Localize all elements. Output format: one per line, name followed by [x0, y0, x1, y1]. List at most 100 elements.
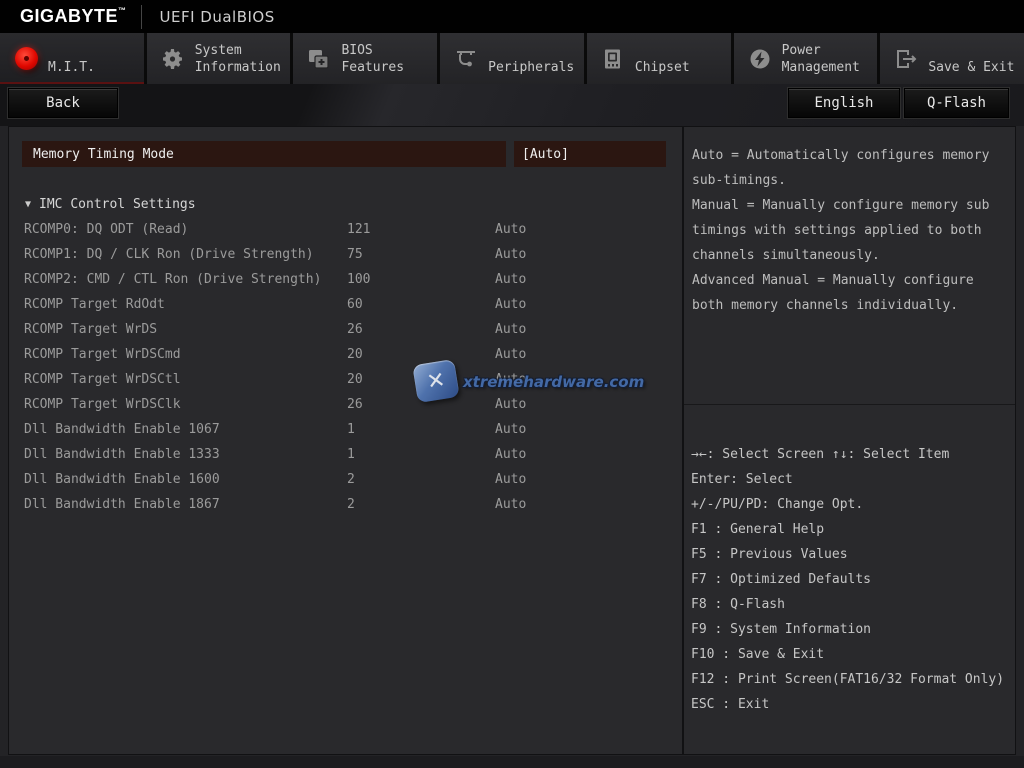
peripherals-icon	[453, 46, 479, 72]
key-hint-line: F9 : System Information	[691, 617, 1008, 642]
divider	[141, 5, 142, 29]
setting-label: RCOMP0: DQ ODT (Read)	[9, 222, 347, 237]
key-hint-line: F8 : Q-Flash	[691, 592, 1008, 617]
setting-mode: Auto	[495, 397, 682, 412]
tab-system-information[interactable]: System Information	[147, 33, 291, 84]
setting-value: 2	[347, 497, 495, 512]
tab-mit[interactable]: M.I.T.	[0, 33, 144, 84]
setting-label: Dll Bandwidth Enable 1067	[9, 422, 347, 437]
setting-row[interactable]: Dll Bandwidth Enable 13331Auto	[9, 442, 682, 467]
bios-windows-icon	[306, 46, 332, 72]
top-bar: GIGABYTE™ UEFI DualBIOS	[0, 0, 1024, 33]
setting-mode: Auto	[495, 222, 682, 237]
qflash-button[interactable]: Q-Flash	[904, 88, 1009, 118]
firmware-title: UEFI DualBIOS	[160, 8, 275, 26]
setting-value: 20	[347, 347, 495, 362]
setting-label: RCOMP Target WrDSClk	[9, 397, 347, 412]
tab-bios-features[interactable]: BIOS Features	[293, 33, 437, 84]
save-exit-door-icon	[893, 46, 919, 72]
setting-label: RCOMP Target RdOdt	[9, 297, 347, 312]
settings-list: RCOMP0: DQ ODT (Read)121AutoRCOMP1: DQ /…	[9, 217, 682, 517]
setting-value: 100	[347, 272, 495, 287]
key-hint-line: F5 : Previous Values	[691, 542, 1008, 567]
setting-row[interactable]: RCOMP2: CMD / CTL Ron (Drive Strength)10…	[9, 267, 682, 292]
chipset-icon	[600, 46, 626, 72]
setting-mode: Auto	[495, 422, 682, 437]
key-hint-line: +/-/PU/PD: Change Opt.	[691, 492, 1008, 517]
key-hint-line: F10 : Save & Exit	[691, 642, 1008, 667]
key-hint-line: →←: Select Screen ↑↓: Select Item	[691, 442, 1008, 467]
group-title: IMC Control Settings	[39, 197, 196, 212]
tab-peripherals[interactable]: Peripherals	[440, 33, 584, 84]
key-hint-line: Enter: Select	[691, 467, 1008, 492]
bottom-strip	[0, 756, 1024, 768]
setting-row[interactable]: RCOMP Target WrDSClk26Auto	[9, 392, 682, 417]
setting-mode: Auto	[495, 297, 682, 312]
setting-description: Auto = Automatically configures memory s…	[684, 143, 997, 318]
tab-label: System Information	[195, 41, 287, 77]
power-lightning-icon	[747, 46, 773, 72]
tab-label: Save & Exit	[928, 41, 1014, 77]
setting-row[interactable]: Dll Bandwidth Enable 16002Auto	[9, 467, 682, 492]
tab-save-exit[interactable]: Save & Exit	[880, 33, 1024, 84]
setting-label: RCOMP Target WrDSCtl	[9, 372, 347, 387]
setting-value: 121	[347, 222, 495, 237]
setting-label: Dll Bandwidth Enable 1333	[9, 447, 347, 462]
setting-mode: Auto	[495, 272, 682, 287]
gear-icon	[160, 46, 186, 72]
setting-row[interactable]: RCOMP Target RdOdt60Auto	[9, 292, 682, 317]
gigabyte-logo: GIGABYTE™	[20, 6, 127, 27]
collapse-triangle-icon: ▼	[25, 199, 31, 210]
key-hint-line: F7 : Optimized Defaults	[691, 567, 1008, 592]
setting-label: RCOMP Target WrDS	[9, 322, 347, 337]
setting-mode: Auto	[495, 472, 682, 487]
imc-group-header[interactable]: ▼ IMC Control Settings	[25, 195, 196, 213]
tab-label: BIOS Features	[341, 41, 433, 77]
tab-label: Power Management	[782, 41, 874, 77]
secondary-toolbar: Back English Q-Flash	[0, 84, 1024, 126]
setting-mode: Auto	[495, 322, 682, 337]
setting-mode: Auto	[495, 497, 682, 512]
setting-value: 75	[347, 247, 495, 262]
setting-label: Dll Bandwidth Enable 1600	[9, 472, 347, 487]
setting-value: 2	[347, 472, 495, 487]
tab-label: Chipset	[635, 41, 690, 77]
setting-label: RCOMP2: CMD / CTL Ron (Drive Strength)	[9, 272, 347, 287]
setting-row[interactable]: RCOMP1: DQ / CLK Ron (Drive Strength)75A…	[9, 242, 682, 267]
key-hint-line: ESC : Exit	[691, 692, 1008, 717]
setting-row[interactable]: Dll Bandwidth Enable 10671Auto	[9, 417, 682, 442]
tab-power-management[interactable]: Power Management	[734, 33, 878, 84]
language-button[interactable]: English	[788, 88, 900, 118]
setting-mode: Auto	[495, 447, 682, 462]
setting-mode: Auto	[495, 247, 682, 262]
setting-value: 20	[347, 372, 495, 387]
selected-setting-label[interactable]: Memory Timing Mode	[22, 141, 506, 167]
setting-row[interactable]: RCOMP Target WrDS26Auto	[9, 317, 682, 342]
key-hint-line: F12 : Print Screen(FAT16/32 Format Only)	[691, 667, 1008, 692]
tab-bar: M.I.T. System Information BIOS Features …	[0, 33, 1024, 84]
setting-row[interactable]: RCOMP Target WrDSCtl20Auto	[9, 367, 682, 392]
key-hint-line: F1 : General Help	[691, 517, 1008, 542]
trademark: ™	[118, 6, 127, 15]
tab-chipset[interactable]: Chipset	[587, 33, 731, 84]
key-hints: →←: Select Screen ↑↓: Select ItemEnter: …	[684, 442, 1015, 717]
setting-row[interactable]: RCOMP Target WrDSCmd20Auto	[9, 342, 682, 367]
setting-value: 26	[347, 322, 495, 337]
setting-value: 1	[347, 447, 495, 462]
setting-value: 60	[347, 297, 495, 312]
setting-label: RCOMP Target WrDSCmd	[9, 347, 347, 362]
back-button[interactable]: Back	[8, 88, 118, 118]
setting-row[interactable]: RCOMP0: DQ ODT (Read)121Auto	[9, 217, 682, 242]
divider	[684, 404, 1015, 405]
selected-setting-value[interactable]: [Auto]	[514, 141, 666, 167]
setting-mode: Auto	[495, 347, 682, 362]
setting-row[interactable]: Dll Bandwidth Enable 18672Auto	[9, 492, 682, 517]
setting-value: 1	[347, 422, 495, 437]
settings-panel: Memory Timing Mode [Auto] ▼ IMC Control …	[8, 126, 683, 755]
setting-value: 26	[347, 397, 495, 412]
tab-label: Peripherals	[488, 41, 574, 77]
setting-label: Dll Bandwidth Enable 1867	[9, 497, 347, 512]
selected-setting-row: Memory Timing Mode [Auto]	[9, 141, 682, 167]
setting-label: RCOMP1: DQ / CLK Ron (Drive Strength)	[9, 247, 347, 262]
help-panel: Auto = Automatically configures memory s…	[683, 126, 1016, 755]
